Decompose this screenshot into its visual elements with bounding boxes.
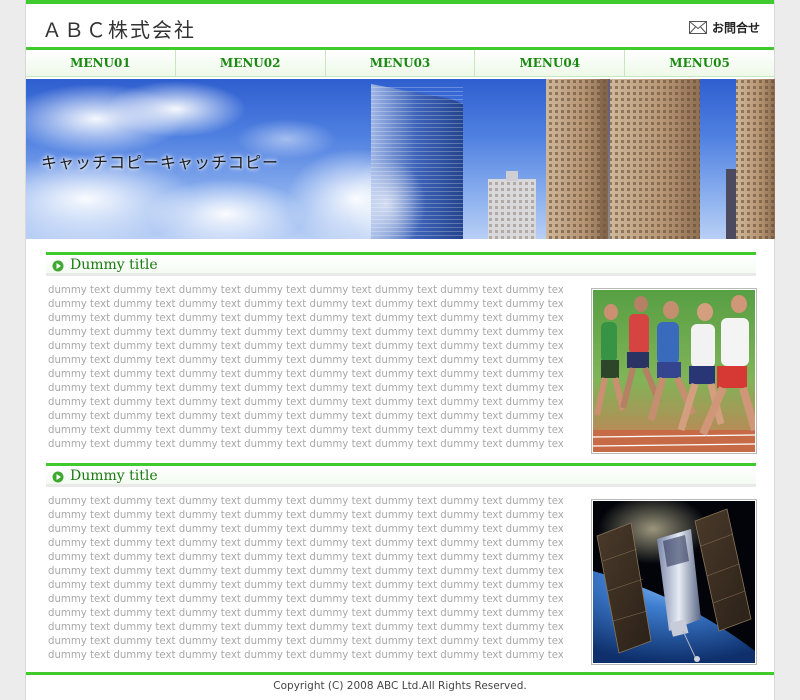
body-line: dummy text dummy text dummy text dummy t… — [48, 580, 563, 591]
body-line: dummy text dummy text dummy text dummy t… — [48, 397, 563, 408]
body-line: dummy text dummy text dummy text dummy t… — [48, 622, 563, 633]
body-line: dummy text dummy text dummy text dummy t… — [48, 538, 563, 549]
nav-menu02[interactable]: MENU02 — [175, 50, 326, 77]
body-line: dummy text dummy text dummy text dummy t… — [48, 524, 563, 535]
body-line: dummy text dummy text dummy text dummy t… — [48, 552, 563, 563]
nav-menu04[interactable]: MENU04 — [475, 50, 626, 77]
company-logo[interactable]: ＡＢＣ株式会社 — [42, 14, 196, 43]
body-line: dummy text dummy text dummy text dummy t… — [48, 425, 563, 436]
body-line: dummy text dummy text dummy text dummy t… — [48, 636, 563, 647]
body-line: dummy text dummy text dummy text dummy t… — [48, 496, 563, 507]
body-line: dummy text dummy text dummy text dummy t… — [48, 313, 563, 324]
page-container: ＡＢＣ株式会社 お問合せ MENU01 MENU02 MENU03 MENU04… — [25, 0, 775, 700]
play-circle-icon — [52, 260, 64, 272]
body-line: dummy text dummy text dummy text dummy t… — [48, 650, 563, 661]
hero-banner: キャッチコピーキャッチコピー — [26, 79, 775, 239]
nav-menu05[interactable]: MENU05 — [625, 50, 774, 77]
section-body-text: dummy text dummy text dummy text dummy t… — [48, 284, 563, 452]
mail-icon — [688, 21, 707, 34]
body-line: dummy text dummy text dummy text dummy t… — [48, 594, 563, 605]
body-line: dummy text dummy text dummy text dummy t… — [48, 299, 563, 310]
body-line: dummy text dummy text dummy text dummy t… — [48, 285, 563, 296]
footer-accent-bar — [26, 672, 774, 675]
top-accent-bar — [26, 0, 774, 4]
section-header: Dummy title — [46, 252, 756, 276]
body-line: dummy text dummy text dummy text dummy t… — [48, 439, 563, 450]
body-line: dummy text dummy text dummy text dummy t… — [48, 411, 563, 422]
body-line: dummy text dummy text dummy text dummy t… — [48, 369, 563, 380]
satellite-photo — [591, 499, 757, 665]
nav-menu03[interactable]: MENU03 — [325, 50, 476, 77]
section-title: Dummy title — [70, 257, 158, 273]
body-line: dummy text dummy text dummy text dummy t… — [48, 383, 563, 394]
contact-label: お問合せ — [711, 21, 760, 35]
hero-catch-copy: キャッチコピーキャッチコピー — [41, 153, 280, 172]
section-title: Dummy title — [70, 468, 158, 484]
contact-link[interactable]: お問合せ — [688, 19, 760, 36]
nav-menu01[interactable]: MENU01 — [26, 50, 176, 77]
body-line: dummy text dummy text dummy text dummy t… — [48, 510, 563, 521]
body-line: dummy text dummy text dummy text dummy t… — [48, 341, 563, 352]
main-nav: MENU01 MENU02 MENU03 MENU04 MENU05 — [26, 47, 774, 77]
body-line: dummy text dummy text dummy text dummy t… — [48, 608, 563, 619]
runners-photo — [591, 288, 757, 454]
body-line: dummy text dummy text dummy text dummy t… — [48, 355, 563, 366]
body-line: dummy text dummy text dummy text dummy t… — [48, 327, 563, 338]
body-line: dummy text dummy text dummy text dummy t… — [48, 566, 563, 577]
section-body-text: dummy text dummy text dummy text dummy t… — [48, 495, 563, 663]
footer-copyright: Copyright (C) 2008 ABC Ltd.All Rights Re… — [273, 680, 527, 692]
play-circle-icon — [52, 471, 64, 483]
section-header: Dummy title — [46, 463, 756, 487]
